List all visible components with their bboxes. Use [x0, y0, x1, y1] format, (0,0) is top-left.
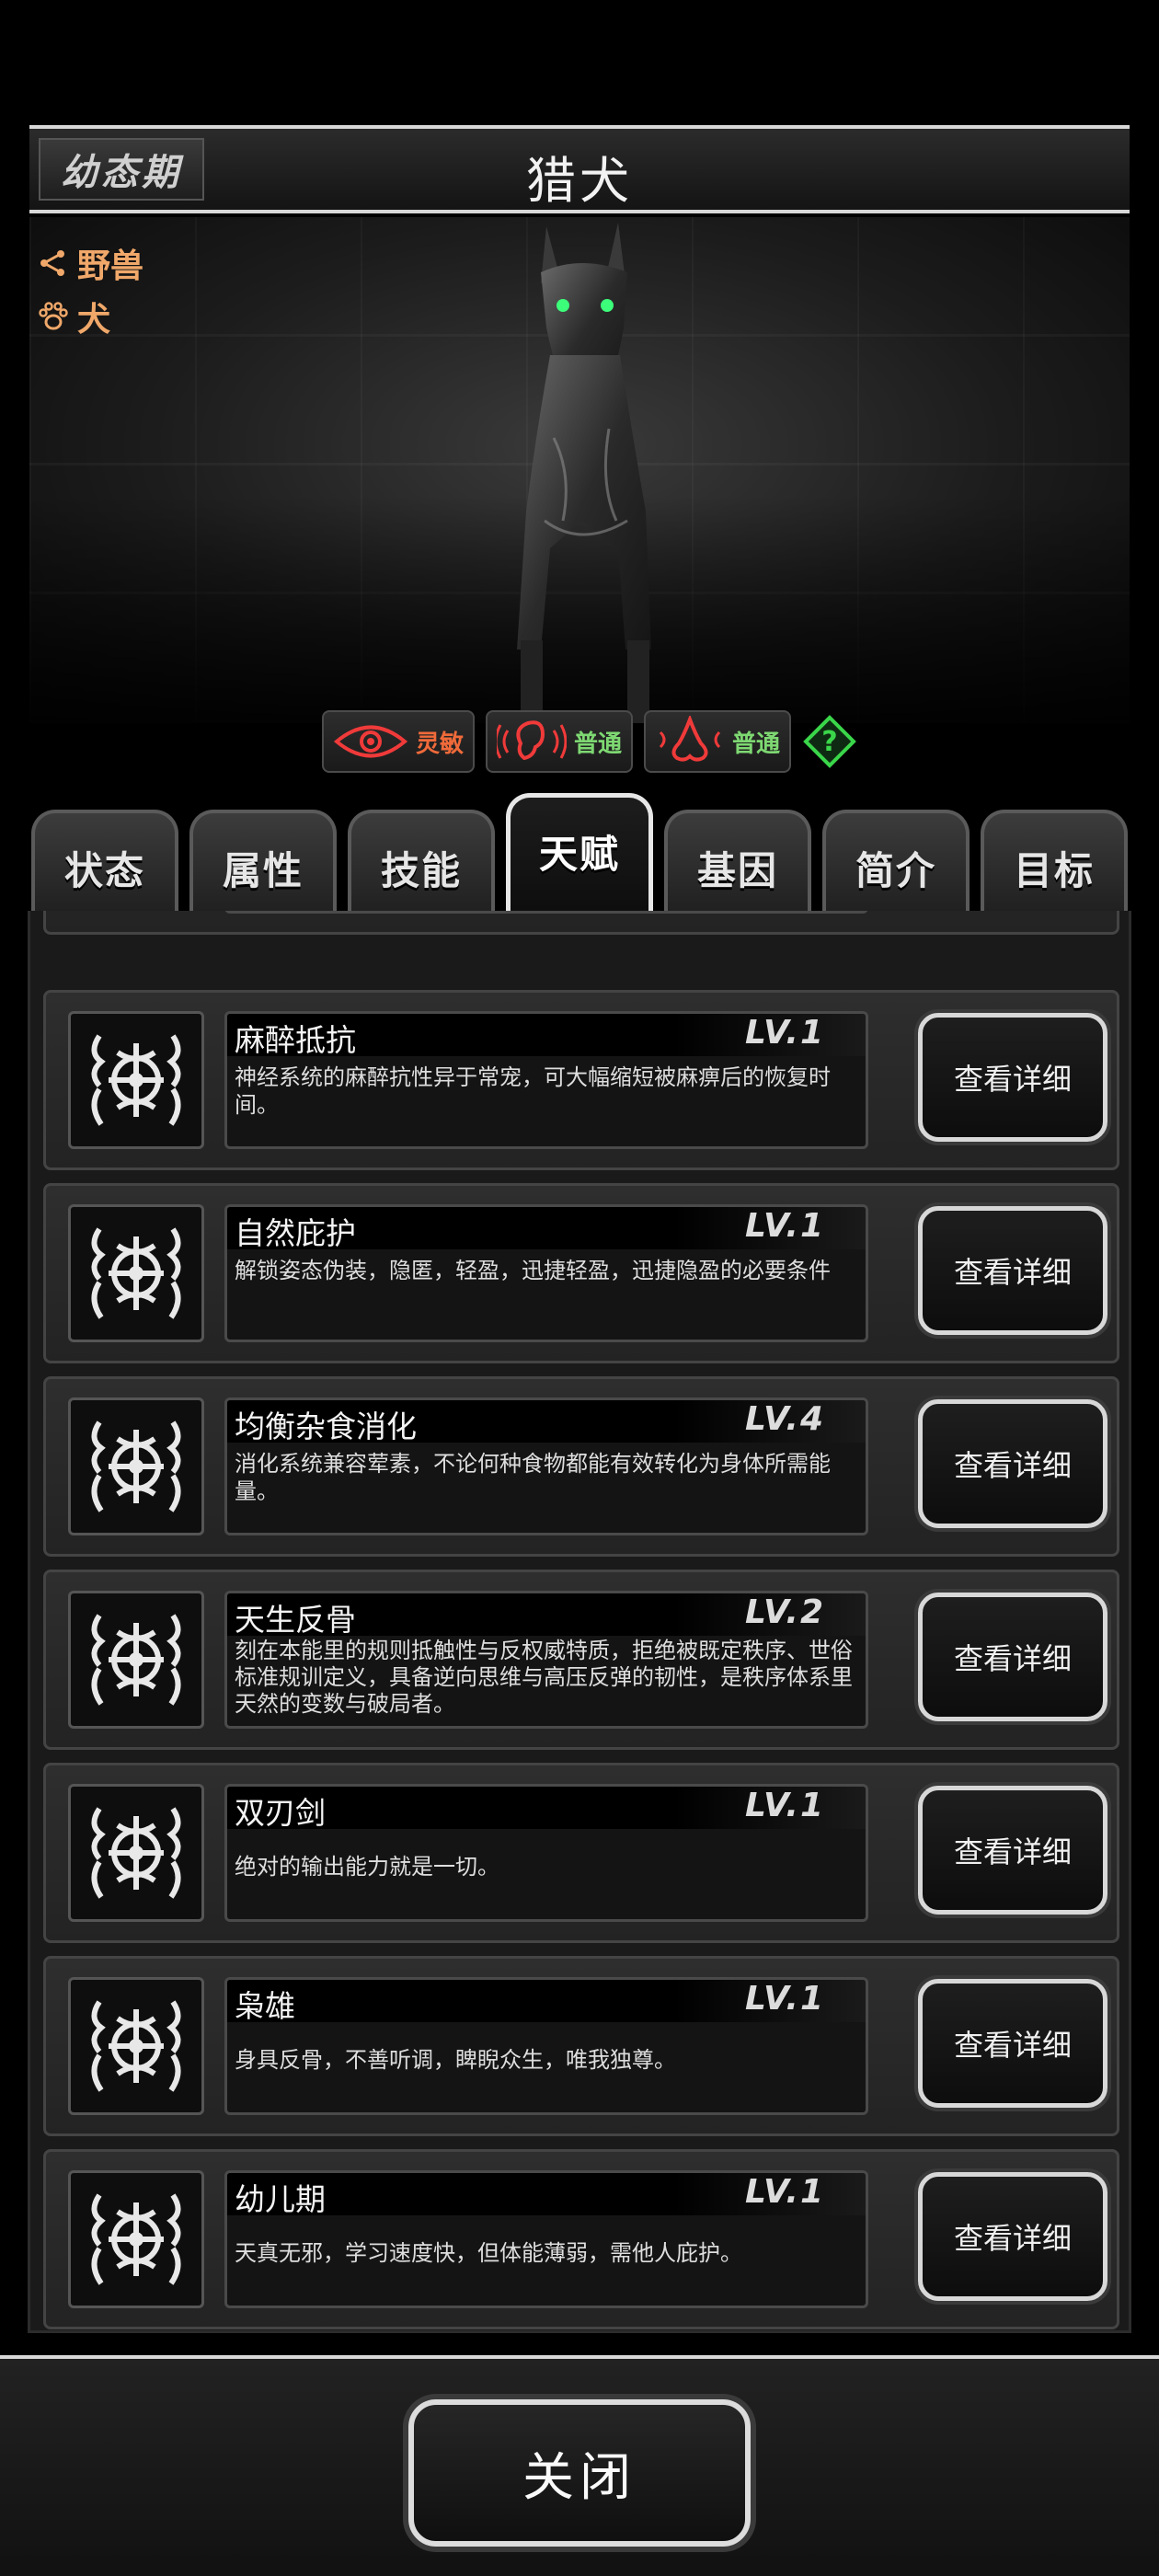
hound-portrait	[517, 223, 651, 723]
view-details-button[interactable]: 查看详细	[918, 1013, 1107, 1142]
talent-level: LV.1	[745, 1980, 825, 2018]
talent-level: LV.4	[745, 1400, 825, 1438]
sense-label: 普通	[732, 730, 781, 758]
close-button[interactable]: 关闭	[408, 2399, 751, 2547]
talent-description: 刻在本能里的规则抵触性与反权威特质，拒绝被既定秩序、世俗标准规训定义，具备逆向思…	[235, 1638, 853, 1717]
nose-icon	[659, 716, 721, 762]
talent-level: LV.1	[745, 2173, 825, 2211]
talent-level: LV.1	[745, 1207, 825, 1245]
view-details-button[interactable]: 查看详细	[918, 1206, 1107, 1335]
talent-level: LV.1	[745, 1014, 825, 1052]
talent-list[interactable]: 麻醉抵抗 LV.1 神经系统的麻醉抗性异于常宠，可大幅缩短被麻痹后的恢复时间。 …	[28, 911, 1131, 2333]
talent-emblem-icon	[68, 1977, 204, 2115]
view-details-button[interactable]: 查看详细	[918, 2172, 1107, 2301]
talent-name: 枭雄	[235, 1988, 295, 2024]
talent-body: 枭雄 LV.1 身具反骨，不善听调，睥睨众生，唯我独尊。	[224, 1977, 868, 2115]
view-details-button[interactable]: 查看详细	[918, 1979, 1107, 2108]
eye-icon	[333, 725, 408, 758]
talent-card: 枭雄 LV.1 身具反骨，不善听调，睥睨众生，唯我独尊。 查看详细	[43, 1956, 1119, 2136]
tab-genes[interactable]: 基因	[664, 810, 811, 916]
tag-species: 野兽	[37, 239, 143, 287]
sense-hearing[interactable]: 普通	[486, 710, 634, 773]
talent-name: 幼儿期	[235, 2181, 326, 2217]
talent-description: 消化系统兼容荤素，不论何种食物都能有效转化为身体所需能量。	[235, 1451, 831, 1504]
talent-description: 神经系统的麻醉抗性异于常宠，可大幅缩短被麻痹后的恢复时间。	[235, 1064, 831, 1118]
question-diamond-icon[interactable]: ?	[802, 714, 857, 769]
talent-description: 天真无邪，学习速度快，但体能薄弱，需他人庇护。	[235, 2240, 742, 2266]
pet-portrait-scene: 野兽 犬	[29, 217, 1130, 723]
talent-body: 自然庇护 LV.1 解锁姿态伪装，隐匿，轻盈，迅捷轻盈，迅捷隐盈的必要条件	[224, 1204, 868, 1342]
talent-description: 绝对的输出能力就是一切。	[235, 1854, 499, 1880]
svg-text:?: ?	[821, 726, 837, 758]
talent-name: 自然庇护	[235, 1215, 356, 1251]
talent-body: 双刃剑 LV.1 绝对的输出能力就是一切。	[224, 1784, 868, 1922]
talent-card: 自然庇护 LV.1 解锁姿态伪装，隐匿，轻盈，迅捷轻盈，迅捷隐盈的必要条件 查看…	[43, 1183, 1119, 1363]
tab-bar: 状态 属性 技能 天赋 基因 简介 目标	[28, 791, 1131, 918]
talent-header: 双刃剑 LV.1	[227, 1787, 866, 1831]
view-details-button[interactable]: 查看详细	[918, 1593, 1107, 1721]
sense-label: 灵敏	[416, 730, 465, 758]
talent-card: 幼儿期 LV.1 天真无邪，学习速度快，但体能薄弱，需他人庇护。 查看详细	[43, 2149, 1119, 2329]
paw-icon	[37, 300, 70, 333]
tag-family: 犬	[37, 293, 110, 340]
talent-card-partial	[43, 911, 1119, 935]
tab-talents[interactable]: 天赋	[506, 793, 653, 918]
pet-name: 猎犬	[526, 152, 633, 210]
talent-card: 双刃剑 LV.1 绝对的输出能力就是一切。 查看详细	[43, 1763, 1119, 1943]
talent-name: 均衡杂食消化	[235, 1409, 417, 1444]
talent-description: 解锁姿态伪装，隐匿，轻盈，迅捷轻盈，迅捷隐盈的必要条件	[235, 1258, 831, 1283]
talent-emblem-icon	[68, 1397, 204, 1535]
talent-body: 均衡杂食消化 LV.4 消化系统兼容荤素，不论何种食物都能有效转化为身体所需能量…	[224, 1397, 868, 1535]
tag-label: 犬	[77, 301, 111, 339]
talent-emblem-icon	[68, 1591, 204, 1729]
talent-level: LV.2	[745, 1593, 825, 1631]
talent-body: 麻醉抵抗 LV.1 神经系统的麻醉抗性异于常宠，可大幅缩短被麻痹后的恢复时间。	[224, 1011, 868, 1149]
talent-body: 幼儿期 LV.1 天真无邪，学习速度快，但体能薄弱，需他人庇护。	[224, 2170, 868, 2308]
talent-header: 麻醉抵抗 LV.1	[227, 1014, 866, 1058]
talent-emblem-icon	[68, 2170, 204, 2308]
talent-name: 双刃剑	[235, 1795, 326, 1831]
tab-status[interactable]: 状态	[31, 810, 178, 916]
view-details-button[interactable]: 查看详细	[918, 1399, 1107, 1528]
footer-bar: 关闭	[0, 2355, 1159, 2576]
talent-card: 天生反骨 LV.2 刻在本能里的规则抵触性与反权威特质，拒绝被既定秩序、世俗标准…	[43, 1570, 1119, 1750]
talent-body: 天生反骨 LV.2 刻在本能里的规则抵触性与反权威特质，拒绝被既定秩序、世俗标准…	[224, 1591, 868, 1729]
talent-header: 枭雄 LV.1	[227, 1980, 866, 2024]
sense-row: 灵敏 普通 普通 ?	[322, 710, 857, 773]
talent-name: 天生反骨	[235, 1602, 356, 1638]
share-node-icon	[37, 247, 70, 280]
talent-emblem-icon	[68, 1204, 204, 1342]
view-details-button[interactable]: 查看详细	[918, 1786, 1107, 1915]
tab-profile[interactable]: 简介	[822, 810, 970, 916]
talent-emblem-icon	[68, 1784, 204, 1922]
talent-card: 均衡杂食消化 LV.4 消化系统兼容荤素，不论何种食物都能有效转化为身体所需能量…	[43, 1376, 1119, 1557]
tab-goals[interactable]: 目标	[981, 810, 1128, 916]
tab-skills[interactable]: 技能	[348, 810, 495, 916]
sense-sight[interactable]: 灵敏	[322, 710, 476, 773]
talent-name: 麻醉抵抗	[235, 1022, 356, 1058]
talent-level: LV.1	[745, 1787, 825, 1824]
sense-label: 普通	[574, 730, 623, 758]
talent-header: 天生反骨 LV.2	[227, 1593, 866, 1638]
talent-header: 幼儿期 LV.1	[227, 2173, 866, 2217]
top-bar	[0, 0, 1159, 125]
talent-header: 均衡杂食消化 LV.4	[227, 1400, 866, 1444]
pet-header: 幼态期 猎犬	[29, 125, 1130, 213]
talent-emblem-icon	[68, 1011, 204, 1149]
ear-icon	[497, 720, 568, 761]
sense-smell[interactable]: 普通	[644, 710, 792, 773]
talent-description: 身具反骨，不善听调，睥睨众生，唯我独尊。	[235, 2047, 676, 2073]
talent-card: 麻醉抵抗 LV.1 神经系统的麻醉抗性异于常宠，可大幅缩短被麻痹后的恢复时间。 …	[43, 990, 1119, 1170]
tag-label: 野兽	[77, 247, 144, 285]
talent-header: 自然庇护 LV.1	[227, 1207, 866, 1251]
tab-attributes[interactable]: 属性	[189, 810, 337, 916]
